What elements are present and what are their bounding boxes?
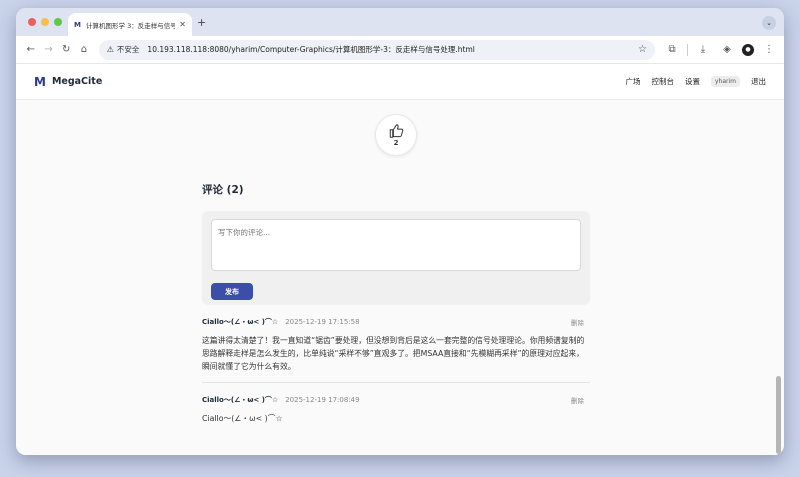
url-text[interactable]: 10.193.118.118:8080/yharim/Computer-Grap…: [147, 44, 638, 55]
delete-comment-button[interactable]: 删除: [571, 395, 584, 405]
profile-avatar-icon[interactable]: ●: [742, 43, 755, 56]
comment-item: Ciallo～(∠・ω< )⌒☆ 2025-12-19 17:15:58 删除 …: [202, 305, 590, 383]
toolbar-divider: [687, 43, 689, 56]
new-tab-button[interactable]: +: [197, 16, 206, 29]
comment-body: Ciallo～(∠・ω< )⌒☆: [202, 414, 283, 423]
tab-search-button[interactable]: ⌄: [762, 16, 776, 30]
site-name[interactable]: MegaCite: [52, 76, 102, 87]
extensions-icon[interactable]: ⧉: [663, 44, 681, 55]
comment-composer: 发布: [202, 211, 590, 305]
like-button[interactable]: 2: [375, 114, 417, 156]
tab-title: 计算机图形学 3：反走样与信号: [86, 21, 176, 30]
comment-author[interactable]: Ciallo～(∠・ω< )⌒☆: [202, 317, 278, 327]
tab-strip: M 计算机图形学 3：反走样与信号 ✕ + ⌄: [16, 8, 784, 36]
comment-body: 这篇讲得太清楚了！我一直知道“锯齿”要处理，但没想到背后是这么一套完整的信号处理…: [202, 336, 585, 371]
thumbs-up-icon: [389, 123, 403, 138]
comment-timestamp: 2025-12-19 17:08:49: [285, 396, 360, 404]
site-header: M MegaCite 广场 控制台 设置 yharim 退出: [16, 64, 784, 100]
page-scrollbar[interactable]: [776, 376, 781, 454]
maximize-window-button[interactable]: [54, 18, 62, 26]
home-icon[interactable]: ⌂: [75, 44, 93, 55]
insecure-label[interactable]: 不安全: [117, 44, 140, 55]
nav-dashboard-link[interactable]: 控制台: [651, 76, 674, 87]
like-area: 2: [202, 114, 590, 156]
post-comment-button[interactable]: 发布: [211, 283, 253, 300]
megacite-favicon-icon: M: [74, 20, 81, 29]
minimize-window-button[interactable]: [41, 18, 49, 26]
comment-author[interactable]: Ciallo～(∠・ω< )⌒☆: [202, 395, 278, 405]
nav-plaza-link[interactable]: 广场: [625, 76, 640, 87]
comment-timestamp: 2025-12-19 17:15:58: [285, 318, 360, 326]
close-window-button[interactable]: [28, 18, 36, 26]
comment-input[interactable]: [211, 219, 581, 271]
megacite-logo-icon[interactable]: M: [34, 75, 46, 89]
nav-settings-link[interactable]: 设置: [685, 76, 700, 87]
reload-icon[interactable]: ↻: [57, 44, 75, 55]
comment-header: Ciallo～(∠・ω< )⌒☆ 2025-12-19 17:08:49 删除: [202, 395, 590, 405]
download-icon[interactable]: ⤓: [694, 44, 712, 55]
bookmark-star-icon[interactable]: ☆: [638, 44, 647, 55]
shield-icon[interactable]: ◈: [718, 44, 736, 55]
warning-icon: ⚠: [106, 45, 114, 54]
browser-window: M 计算机图形学 3：反走样与信号 ✕ + ⌄ ← → ↻ ⌂ ⚠ 不安全 10…: [16, 8, 784, 455]
comments-heading: 评论 (2): [202, 184, 244, 196]
browser-toolbar: ← → ↻ ⌂ ⚠ 不安全 10.193.118.118:8080/yharim…: [16, 36, 784, 64]
address-bar[interactable]: ⚠ 不安全 10.193.118.118:8080/yharim/Compute…: [98, 39, 656, 60]
more-menu-icon[interactable]: ⋮: [760, 44, 778, 55]
comment-item: Ciallo～(∠・ω< )⌒☆ 2025-12-19 17:08:49 删除 …: [202, 383, 590, 434]
user-badge[interactable]: yharim: [710, 76, 740, 87]
back-icon[interactable]: ←: [22, 44, 40, 55]
nav-logout-link[interactable]: 退出: [751, 76, 766, 87]
like-count: 2: [393, 138, 399, 147]
site-nav: 广场 控制台 设置 yharim 退出: [625, 76, 766, 87]
delete-comment-button[interactable]: 删除: [571, 317, 584, 327]
browser-tab[interactable]: M 计算机图形学 3：反走样与信号 ✕: [68, 13, 192, 36]
tab-close-icon[interactable]: ✕: [179, 20, 186, 29]
comment-header: Ciallo～(∠・ω< )⌒☆ 2025-12-19 17:15:58 删除: [202, 317, 590, 327]
article-footer: 2 评论 (2) 发布 Ciallo～(∠・ω< )⌒☆ 2025-12-19 …: [202, 100, 590, 434]
web-page: M MegaCite 广场 控制台 设置 yharim 退出 2 评论 (2): [16, 64, 784, 455]
forward-icon[interactable]: →: [40, 44, 58, 55]
